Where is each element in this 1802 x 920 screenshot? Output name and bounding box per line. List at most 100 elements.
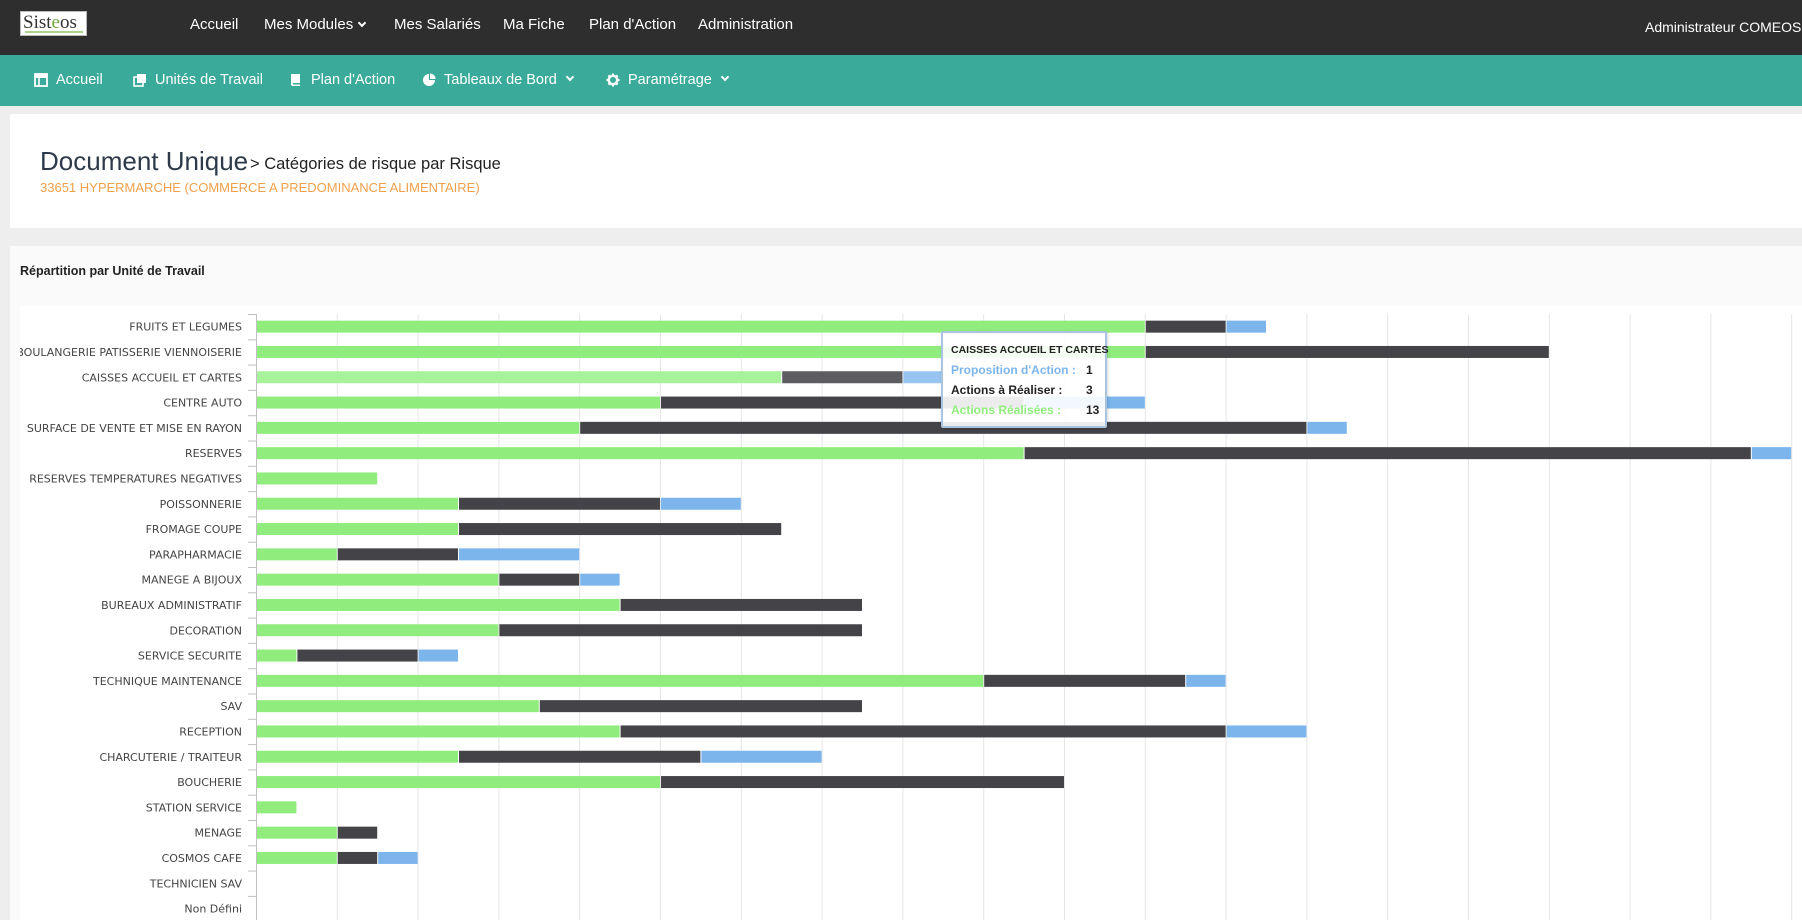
bar-segment[interactable] <box>539 700 862 713</box>
nav-administration-label: Administration <box>698 16 794 33</box>
category-label: RESERVES TEMPERATURES NEGATIVES <box>29 472 242 485</box>
bar-segment[interactable] <box>257 421 580 434</box>
bar-segment[interactable] <box>701 750 822 763</box>
bar-segment[interactable] <box>257 472 378 485</box>
bar-segment[interactable] <box>337 851 378 864</box>
tooltip-a-realiser-value: 3 <box>1086 383 1093 397</box>
bar-segment[interactable] <box>1186 674 1226 687</box>
bar-segment[interactable] <box>257 371 782 384</box>
nav-mes-salaries-label: Mes Salariés <box>394 16 481 33</box>
bar-segment[interactable] <box>1307 421 1347 434</box>
nav-mes-salaries[interactable]: Mes Salariés <box>394 16 481 33</box>
bar-segment[interactable] <box>661 497 741 510</box>
gear-icon <box>606 73 620 87</box>
bar-segment[interactable] <box>257 776 660 789</box>
bar-segment[interactable] <box>337 826 378 839</box>
subnav-plan-action[interactable]: Plan d'Action <box>289 72 395 88</box>
bar-segment[interactable] <box>580 573 620 586</box>
subnav-unites-label: Unités de Travail <box>155 72 263 88</box>
bar-segment[interactable] <box>257 750 458 763</box>
logo-underline <box>25 31 83 33</box>
bar-segment[interactable] <box>1751 447 1792 460</box>
category-label: CAISSES ACCUEIL ET CARTES <box>82 371 242 384</box>
nav-mes-modules-label: Mes Modules <box>264 16 354 33</box>
bar-segment[interactable] <box>1145 345 1549 358</box>
category-label: COSMOS CAFE <box>162 852 242 865</box>
category-label: SURFACE DE VENTE ET MISE EN RAYON <box>27 422 242 435</box>
bar-segment[interactable] <box>984 674 1186 687</box>
bar-segment[interactable] <box>257 396 660 409</box>
nav-accueil[interactable]: Accueil <box>190 16 238 33</box>
bar-segment[interactable] <box>257 447 1024 460</box>
bar-segment[interactable] <box>459 750 701 763</box>
bar-segment[interactable] <box>257 674 984 687</box>
bar-segment[interactable] <box>459 497 660 510</box>
bar-segment[interactable] <box>257 497 458 510</box>
bar-segment[interactable] <box>378 851 418 864</box>
bar-segment[interactable] <box>1226 725 1307 738</box>
nav-plan-action[interactable]: Plan d'Action <box>589 16 676 33</box>
chart-tooltip: CAISSES ACCUEIL ET CARTES Proposition d'… <box>941 331 1109 428</box>
tooltip-a-realiser-label: Actions à Réaliser : <box>951 383 1063 397</box>
category-label: MANEGE A BIJOUX <box>142 574 243 587</box>
nav-administration[interactable]: Administration <box>698 16 793 33</box>
category-label: FRUITS ET LEGUMES <box>129 321 242 334</box>
bar-segment[interactable] <box>257 548 337 561</box>
tooltip-realisees-label: Actions Réalisées : <box>951 403 1062 417</box>
bar-segment[interactable] <box>257 851 337 864</box>
bar-segment[interactable] <box>499 573 580 586</box>
bar-segment[interactable] <box>661 776 1064 789</box>
bar-segment[interactable] <box>620 725 1226 738</box>
top-navbar: Sisteos Accueil Mes Modules Mes Salariés… <box>0 0 1802 55</box>
bar-segment[interactable] <box>1024 447 1751 460</box>
bar-segment[interactable] <box>257 624 499 637</box>
category-label: SERVICE SECURITE <box>138 650 242 663</box>
bar-segment[interactable] <box>1226 320 1266 333</box>
bar-segment[interactable] <box>903 371 943 384</box>
establishment-label: 33651 HYPERMARCHE (COMMERCE A PREDOMINAN… <box>40 180 480 195</box>
category-label: BUREAUX ADMINISTRATIF <box>101 599 242 612</box>
bar-segment[interactable] <box>257 801 297 814</box>
bar-segment[interactable] <box>499 624 862 637</box>
subnav-tableaux-label: Tableaux de Bord <box>444 72 557 88</box>
category-label: STATION SERVICE <box>146 801 242 814</box>
bar-segment[interactable] <box>620 598 862 611</box>
tooltip-proposition-label: Proposition d'Action : <box>951 363 1076 377</box>
chart-area: FRUITS ET LEGUMES BOULANGERIE PATISSERIE … <box>20 306 1802 920</box>
subnav-unites-de-travail[interactable]: Unités de Travail <box>133 72 263 88</box>
category-label: MENAGE <box>195 827 243 840</box>
bar-segment[interactable] <box>418 649 458 662</box>
bar-segment[interactable] <box>257 649 297 662</box>
bar-segment[interactable] <box>257 523 458 536</box>
bar-segment[interactable] <box>257 573 499 586</box>
bar-segment[interactable] <box>297 649 418 662</box>
subnav-parametrage[interactable]: Paramétrage <box>606 72 730 88</box>
subnav-accueil[interactable]: Accueil <box>34 72 103 88</box>
user-menu[interactable]: Administrateur COMEOS2 <box>1645 19 1802 35</box>
nav-ma-fiche[interactable]: Ma Fiche <box>503 16 565 33</box>
bar-segment[interactable] <box>257 700 539 713</box>
category-label: CENTRE AUTO <box>163 397 242 410</box>
bar-segment[interactable] <box>459 523 782 536</box>
sisteos-logo[interactable]: Sisteos <box>20 11 87 36</box>
subnav-tableaux-de-bord[interactable]: Tableaux de Bord <box>422 72 575 88</box>
category-label: PARAPHARMACIE <box>149 548 242 561</box>
tooltip-title: CAISSES ACCUEIL ET CARTES <box>951 344 1109 356</box>
category-label: POISSONNERIE <box>160 498 242 511</box>
category-label: TECHNIQUE MAINTENANCE <box>92 675 242 688</box>
subnav-parametrage-label: Paramétrage <box>628 72 712 88</box>
bar-segment[interactable] <box>257 826 337 839</box>
bar-segment[interactable] <box>257 725 620 738</box>
stacked-bar-chart: FRUITS ET LEGUMES BOULANGERIE PATISSERIE … <box>20 314 1793 920</box>
copy-icon <box>133 73 147 87</box>
bar-segment[interactable] <box>459 548 580 561</box>
category-label: DECORATION <box>170 624 242 637</box>
subnav-accueil-label: Accueil <box>56 72 103 88</box>
bar-segment[interactable] <box>782 371 903 384</box>
page-title: Document Unique <box>40 146 249 176</box>
bar-segment[interactable] <box>337 548 458 561</box>
pie-chart-icon <box>422 73 436 87</box>
nav-mes-modules[interactable]: Mes Modules <box>264 16 367 33</box>
bar-segment[interactable] <box>1145 320 1226 333</box>
bar-segment[interactable] <box>257 598 620 611</box>
